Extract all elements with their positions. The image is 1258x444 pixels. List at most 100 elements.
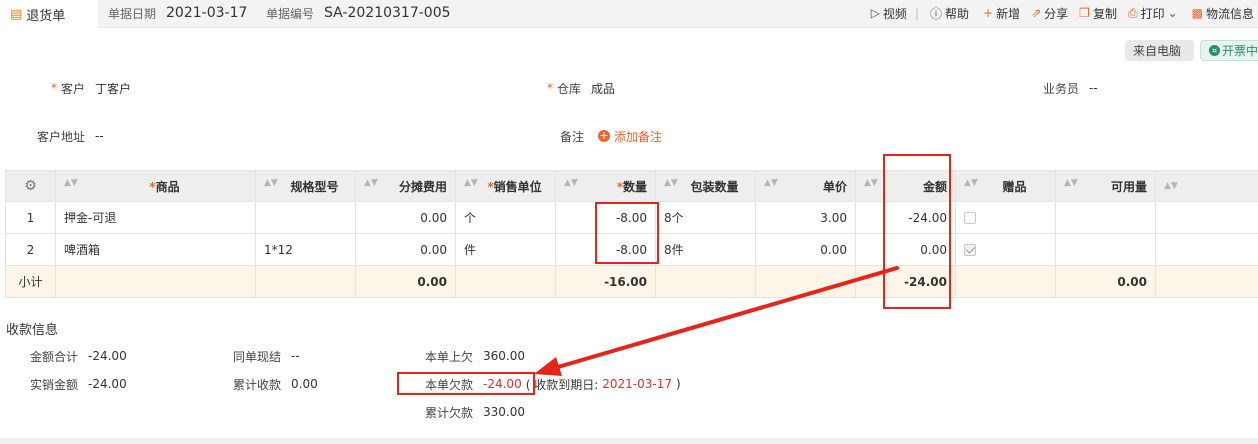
salesman-field[interactable]: 业务员 -- xyxy=(1043,80,1098,96)
plus-icon: + xyxy=(983,6,994,20)
subtotal-alloc-fee: 0.00 xyxy=(355,265,456,298)
warehouse-field[interactable]: * 仓库 成品 xyxy=(547,80,615,96)
prev-owed-field: 本单上欠 360.00 xyxy=(425,348,525,364)
number-label: 单据编号 xyxy=(266,6,315,21)
header-pack-qty[interactable]: ▲▼ 包装数量 xyxy=(655,170,756,202)
prev-owed-label: 本单上欠 xyxy=(425,349,474,364)
gift-checkbox[interactable] xyxy=(964,212,976,224)
warehouse-value: 成品 xyxy=(591,81,616,96)
subtotal-qty: -16.00 xyxy=(555,265,656,298)
help-label: 帮助 xyxy=(945,6,970,21)
price-cell[interactable]: 3.00 xyxy=(755,201,856,234)
available-cell xyxy=(1055,233,1156,266)
add-remark-button[interactable]: + 添加备注 xyxy=(598,128,662,145)
address-label: 客户地址 xyxy=(37,129,86,144)
invoice-status-tag[interactable]: ¤ 开票中 xyxy=(1200,40,1258,61)
date-value: 2021-03-17 xyxy=(166,5,248,21)
customer-label: 客户 xyxy=(61,81,86,96)
gift-cell xyxy=(955,233,1056,266)
header-qty[interactable]: ▲▼ *数量 xyxy=(555,170,656,202)
print-button[interactable]: ⎙ 打印 ⌄ xyxy=(1128,5,1181,22)
play-icon: ▷ xyxy=(870,6,880,20)
source-tag-label: 来自电脑 xyxy=(1133,44,1182,58)
spec-cell[interactable] xyxy=(255,201,356,234)
row-index: 1 xyxy=(5,201,56,234)
header-price-label: 单价 xyxy=(822,179,847,194)
price-cell[interactable]: 0.00 xyxy=(755,233,856,266)
actual-sales-label: 实销金额 xyxy=(30,377,79,392)
header-spec-label: 规格型号 xyxy=(290,179,339,194)
header-available[interactable]: ▲▼ 可用量 xyxy=(1055,170,1156,202)
sort-icon: ▲▼ xyxy=(1064,177,1078,188)
customer-field[interactable]: * 客户 丁客户 xyxy=(51,80,131,96)
header-pack-qty-label: 包装数量 xyxy=(690,179,739,194)
plus-circle-icon: + xyxy=(598,129,611,142)
unit-cell[interactable]: 个 xyxy=(455,201,556,234)
column-settings-button[interactable]: ⚙ xyxy=(5,170,56,202)
total-amount-field: 金额合计 -24.00 xyxy=(30,348,127,364)
salesman-label: 业务员 xyxy=(1043,81,1080,96)
customer-value: 丁客户 xyxy=(95,81,132,96)
share-button[interactable]: ⇗ 分享 xyxy=(1031,5,1068,22)
header-spec[interactable]: ▲▼ 规格型号 xyxy=(255,170,356,202)
table-header-row: ⚙ ▲▼ *商品 ▲▼ 规格型号 ▲▼ 分摊费用 ▲▼ *销售单位 ▲▼ *数量 ▲… xyxy=(5,170,1258,202)
sort-icon: ▲▼ xyxy=(864,177,878,188)
product-cell[interactable]: 押金-可退 xyxy=(55,201,256,234)
payment-section-title: 收款信息 xyxy=(6,323,59,338)
spec-cell[interactable]: 1*12 xyxy=(255,233,356,266)
header-price[interactable]: ▲▼ 单价 xyxy=(755,170,856,202)
header-unit[interactable]: ▲▼ *销售单位 xyxy=(455,170,556,202)
extra-cell xyxy=(1155,201,1258,234)
video-button[interactable]: ▷ 视频 xyxy=(871,5,907,22)
owed-highlight-box xyxy=(397,372,535,395)
address-value: -- xyxy=(95,129,104,143)
invoice-status-label: 开票中 xyxy=(1222,44,1258,58)
due-date-value[interactable]: 2021-03-17 xyxy=(602,377,672,391)
subtotal-empty xyxy=(455,265,556,298)
logistics-label: 物流信息 xyxy=(1205,6,1254,21)
total-amount-value: -24.00 xyxy=(88,349,127,363)
video-label: 视频 xyxy=(882,6,907,21)
header-unit-label: 销售单位 xyxy=(493,179,542,194)
cum-owed-value: 330.00 xyxy=(483,405,526,419)
cum-owed-label: 累计欠款 xyxy=(425,405,474,420)
subtotal-empty xyxy=(255,265,356,298)
unit-cell[interactable]: 件 xyxy=(455,233,556,266)
gift-checkbox[interactable] xyxy=(964,244,976,256)
printer-icon: ⎙ xyxy=(1127,5,1138,20)
alloc-fee-cell[interactable]: 0.00 xyxy=(355,233,456,266)
same-settle-label: 同单现结 xyxy=(233,349,282,364)
copy-button[interactable]: ❐ 复制 xyxy=(1079,5,1117,22)
pack-qty-cell[interactable]: 8件 xyxy=(655,233,756,266)
address-field[interactable]: 客户地址 -- xyxy=(37,128,104,144)
total-amount-label: 金额合计 xyxy=(30,349,79,364)
new-button[interactable]: + 新增 xyxy=(983,5,1020,22)
header-product[interactable]: ▲▼ *商品 xyxy=(55,170,256,202)
header-gift-label: 赠品 xyxy=(1002,179,1027,194)
toolbar-actions: ▷ 视频 | ⓘ 帮助 + 新增 ⇗ 分享 ❐ 复制 ⎙ 打印 ⌄ ▩ 物流信息 xyxy=(860,0,1254,26)
tab-title: 退货单 xyxy=(26,8,66,24)
subtotal-label: 小计 xyxy=(5,265,56,298)
logistics-button[interactable]: ▩ 物流信息 xyxy=(1192,5,1254,22)
help-button[interactable]: ⓘ 帮助 xyxy=(930,5,969,22)
sort-icon: ▲▼ xyxy=(764,177,778,188)
chevron-down-icon: ⌄ xyxy=(1167,6,1178,20)
tab-return-order[interactable]: ▤ 退货单 xyxy=(0,0,98,28)
header-extra[interactable]: ▲▼ xyxy=(1155,170,1258,202)
pack-qty-cell[interactable]: 8个 xyxy=(655,201,756,234)
cum-received-field: 累计收款 0.00 xyxy=(233,376,318,392)
share-icon: ⇗ xyxy=(1031,6,1042,20)
header-alloc-fee[interactable]: ▲▼ 分摊费用 xyxy=(355,170,456,202)
sort-icon: ▲▼ xyxy=(964,177,978,188)
row-index: 2 xyxy=(5,233,56,266)
help-icon: ⓘ xyxy=(929,6,942,21)
alloc-fee-cell[interactable]: 0.00 xyxy=(355,201,456,234)
gift-cell xyxy=(955,201,1056,234)
header-gift[interactable]: ▲▼ 赠品 xyxy=(955,170,1056,202)
date-label: 单据日期 xyxy=(108,6,157,21)
bottom-bar xyxy=(0,438,1258,444)
invoice-icon: ¤ xyxy=(1209,45,1220,56)
share-label: 分享 xyxy=(1044,6,1069,21)
product-cell[interactable]: 啤酒箱 xyxy=(55,233,256,266)
actual-sales-field: 实销金额 -24.00 xyxy=(30,376,127,392)
